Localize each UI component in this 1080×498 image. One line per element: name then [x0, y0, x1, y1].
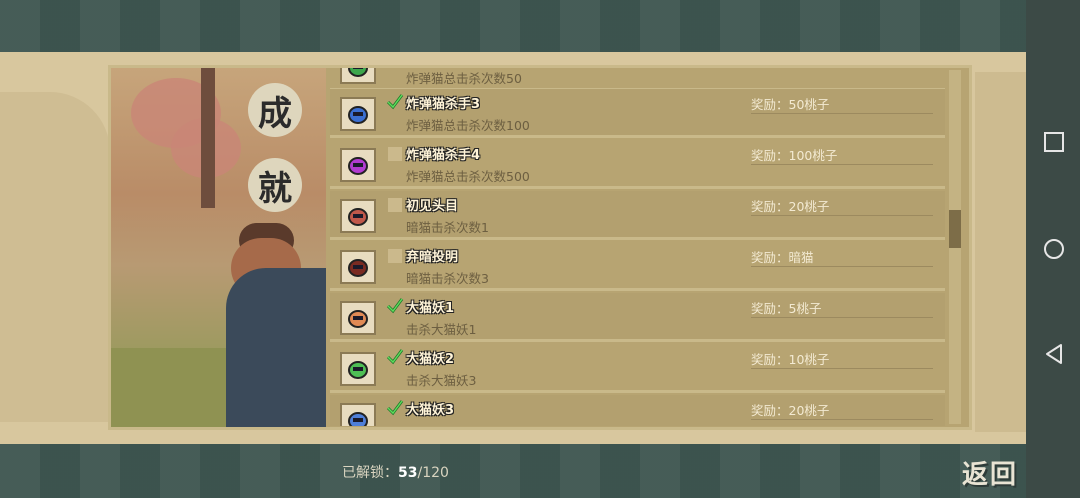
achievement-reward: 奖励：5桃子 [751, 301, 822, 316]
checkmark-icon [386, 298, 404, 314]
unlocked-counter: 已解锁：53/120 [342, 462, 449, 482]
row-divider [330, 339, 945, 342]
unlocked-count: 53 [398, 465, 418, 481]
achievement-row[interactable]: 大猫妖1 击杀大猫妖1 奖励：5桃子 [330, 293, 945, 342]
achievement-list[interactable]: 炸弹猫总击杀次数50 炸弹猫杀手3 炸弹猫总击杀次数100 奖励：50桃子炸弹猫杀手4… [330, 68, 945, 426]
big-cat-demon-orange-icon [340, 301, 376, 335]
dark-cat-portrait-icon [340, 250, 376, 284]
achievement-reward: 奖励：20桃子 [751, 199, 830, 214]
unlocked-label: 已解锁： [342, 465, 398, 481]
bottom-bar [0, 444, 1026, 498]
top-bar [0, 0, 1026, 52]
achievement-desc: 炸弹猫总击杀次数500 [406, 169, 530, 184]
achievement-reward: 奖励：50桃子 [751, 97, 830, 112]
checkbox-empty [388, 198, 402, 212]
achievement-name: 大猫妖2 [406, 352, 455, 367]
character-artwork: 成 就 [111, 68, 326, 427]
reward-underline [751, 266, 933, 267]
checkmark-icon [386, 400, 404, 416]
recent-apps-icon[interactable] [1043, 131, 1065, 153]
reward-underline [751, 368, 933, 369]
achievement-reward: 奖励：100桃子 [751, 148, 838, 163]
achievement-desc: 击杀大猫妖1 [406, 322, 477, 337]
checkbox-empty [388, 249, 402, 263]
achievement-name: 炸弹猫杀手3 [406, 97, 481, 112]
title-char-1: 成 [248, 83, 302, 137]
achievement-name: 炸弹猫杀手4 [406, 148, 481, 163]
achievement-row[interactable]: 炸弹猫杀手4 炸弹猫总击杀次数500 奖励：100桃子 [330, 140, 945, 189]
row-divider [330, 135, 945, 138]
reward-underline [751, 317, 933, 318]
reward-underline [751, 215, 933, 216]
achievement-name: 弃暗投明 [406, 250, 459, 265]
bomb-cat-purple-icon [340, 148, 376, 182]
checkmark-icon [386, 349, 404, 365]
row-divider [330, 186, 945, 189]
row-divider [330, 288, 945, 291]
achievement-reward: 奖励：10桃子 [751, 352, 830, 367]
achievement-desc: 击杀大猫妖3 [406, 373, 477, 388]
home-icon[interactable] [1043, 238, 1065, 260]
achievement-reward: 奖励：暗猫 [751, 250, 814, 265]
back-button[interactable]: 返回 [962, 454, 1018, 491]
achievement-desc: 炸弹猫总击杀次数50 [406, 71, 522, 86]
scrollbar-thumb[interactable] [949, 210, 961, 248]
achievement-desc: 暗猫击杀次数1 [406, 220, 489, 235]
checkbox-empty [388, 147, 402, 161]
achievement-row[interactable]: 弃暗投明暗猫击杀次数3 奖励：暗猫 [330, 242, 945, 291]
achievement-reward: 奖励：20桃子 [751, 403, 830, 418]
row-divider [330, 390, 945, 393]
reward-underline [751, 164, 933, 165]
achievement-row[interactable]: 大猫妖3 奖励：20桃子 [330, 395, 945, 426]
system-nav-bar [1026, 0, 1080, 498]
reward-underline [751, 419, 933, 420]
big-cat-demon-green-icon [340, 352, 376, 386]
checkmark-icon [386, 94, 404, 110]
bomb-cat-icon [340, 68, 376, 84]
achievement-row[interactable]: 大猫妖2 击杀大猫妖3 奖励：10桃子 [330, 344, 945, 393]
back-triangle-icon[interactable] [1043, 343, 1065, 365]
title-char-2: 就 [248, 158, 302, 212]
achievement-desc: 炸弹猫总击杀次数100 [406, 118, 530, 133]
achievement-row[interactable]: 炸弹猫总击杀次数50 [330, 68, 945, 91]
big-cat-demon-blue-icon [340, 403, 376, 426]
achievement-name: 大猫妖1 [406, 301, 455, 316]
bomb-cat-blue-icon [340, 97, 376, 131]
unlocked-total: /120 [417, 465, 449, 481]
reward-underline [751, 113, 933, 114]
achievement-row[interactable]: 初见头目暗猫击杀次数1 奖励：20桃子 [330, 191, 945, 240]
achievement-row[interactable]: 炸弹猫杀手3 炸弹猫总击杀次数100 奖励：50桃子 [330, 89, 945, 138]
achievement-desc: 暗猫击杀次数3 [406, 271, 489, 286]
row-divider [330, 237, 945, 240]
achievement-name: 初见头目 [406, 199, 459, 214]
achievement-name: 大猫妖3 [406, 403, 455, 418]
dark-cat-face-icon [340, 199, 376, 233]
